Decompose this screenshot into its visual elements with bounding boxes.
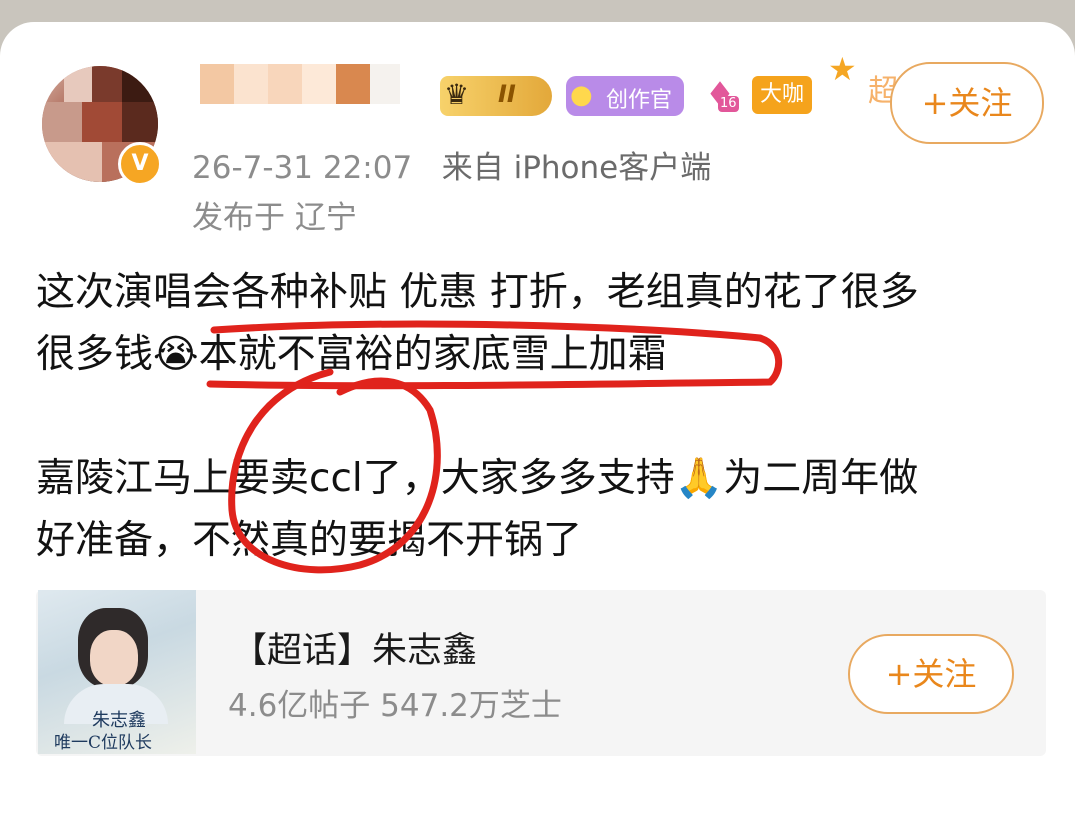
super-topic-card[interactable]: 朱志鑫 唯一C位队长 【超话】朱志鑫 4.6亿帖子 547.2万芝士 +关注 [36, 590, 1046, 756]
topic-cover-image[interactable]: 朱志鑫 唯一C位队长 [38, 590, 196, 754]
cover-slogan: 唯一C位队长 [54, 733, 153, 753]
red-circle-annotation [228, 368, 441, 574]
red-underline-annotation [206, 320, 783, 390]
topic-stats: 4.6亿帖子 547.2万芝士 [228, 688, 562, 724]
follow-topic-button[interactable]: +关注 [848, 634, 1014, 714]
topic-title[interactable]: 【超话】朱志鑫 [232, 622, 477, 673]
